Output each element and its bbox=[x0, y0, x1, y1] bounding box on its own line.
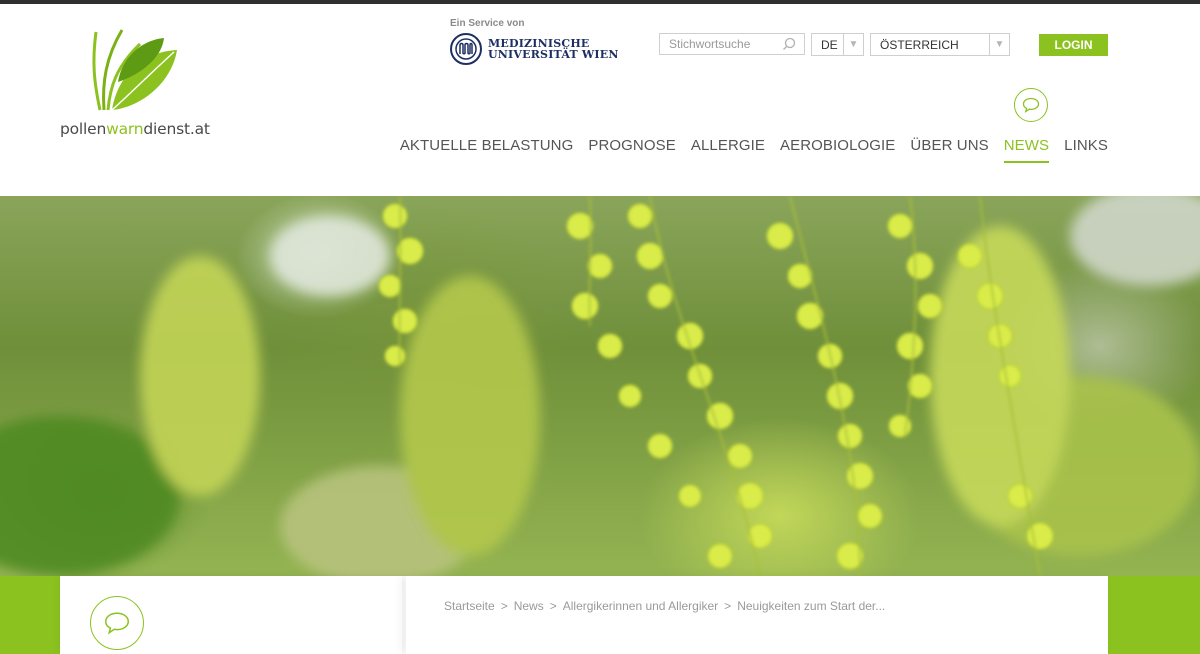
nav-item-links[interactable]: LINKS bbox=[1064, 137, 1108, 154]
language-select[interactable]: DE ▼ bbox=[811, 33, 864, 56]
hero-photo bbox=[0, 196, 1200, 576]
nav-item-prognose[interactable]: PROGNOSE bbox=[588, 137, 675, 154]
nav-item-allergie[interactable]: ALLERGIE bbox=[691, 137, 765, 154]
nav-item-ueber-uns[interactable]: ÜBER UNS bbox=[910, 137, 988, 154]
chevron-down-icon: ▼ bbox=[843, 34, 863, 55]
service-provider: Ein Service von MEDIZINISCHE UNIVERSITÄT … bbox=[450, 18, 619, 65]
speech-bubble-icon bbox=[1014, 88, 1048, 122]
nav-item-news[interactable]: NEWS bbox=[1003, 137, 1050, 163]
main-content-panel: Startseite > News > Allergikerinnen und … bbox=[406, 576, 1108, 654]
breadcrumb-separator: > bbox=[724, 599, 732, 613]
service-label: Ein Service von bbox=[450, 18, 525, 29]
country-select-value: ÖSTERREICH bbox=[880, 37, 959, 52]
leaf-logo-icon bbox=[92, 29, 177, 111]
breadcrumb-item-news[interactable]: News bbox=[514, 599, 544, 613]
site-header: pollenwarndienst.at Ein Service von MEDI… bbox=[0, 4, 1200, 196]
sidebar-panel bbox=[60, 576, 402, 654]
breadcrumb-item-home[interactable]: Startseite bbox=[444, 599, 495, 613]
site-logo[interactable]: pollenwarndienst.at bbox=[60, 22, 210, 146]
breadcrumb-item-category[interactable]: Allergikerinnen und Allergiker bbox=[563, 599, 718, 613]
nav-item-aktuelle-belastung[interactable]: AKTUELLE BELASTUNG bbox=[400, 137, 574, 154]
meduni-logo-link[interactable]: MEDIZINISCHE UNIVERSITÄT WIEN bbox=[450, 33, 619, 65]
search-box bbox=[659, 33, 805, 55]
breadcrumb-separator: > bbox=[500, 599, 508, 613]
speech-bubble-icon bbox=[90, 596, 144, 650]
country-select[interactable]: ÖSTERREICH ▼ bbox=[870, 33, 1010, 56]
meduni-seal-icon bbox=[450, 33, 482, 65]
breadcrumb-item-current: Neuigkeiten zum Start der... bbox=[737, 599, 886, 613]
meduni-name: MEDIZINISCHE UNIVERSITÄT WIEN bbox=[488, 37, 619, 61]
login-button[interactable]: LOGIN bbox=[1039, 34, 1108, 56]
logo-text: pollenwarndienst.at bbox=[60, 120, 210, 138]
search-input[interactable] bbox=[660, 34, 780, 54]
green-side-band-right bbox=[1108, 576, 1200, 654]
main-navigation: AKTUELLE BELASTUNG PROGNOSE ALLERGIE AER… bbox=[385, 137, 1108, 163]
breadcrumb: Startseite > News > Allergikerinnen und … bbox=[444, 599, 885, 613]
nav-item-aerobiologie[interactable]: AEROBIOLOGIE bbox=[780, 137, 895, 154]
hero-image-catkins bbox=[0, 196, 1200, 576]
chevron-down-icon: ▼ bbox=[989, 34, 1009, 55]
green-side-band-left bbox=[0, 576, 60, 654]
search-icon[interactable] bbox=[782, 37, 796, 56]
language-select-value: DE bbox=[821, 37, 838, 52]
breadcrumb-separator: > bbox=[549, 599, 557, 613]
